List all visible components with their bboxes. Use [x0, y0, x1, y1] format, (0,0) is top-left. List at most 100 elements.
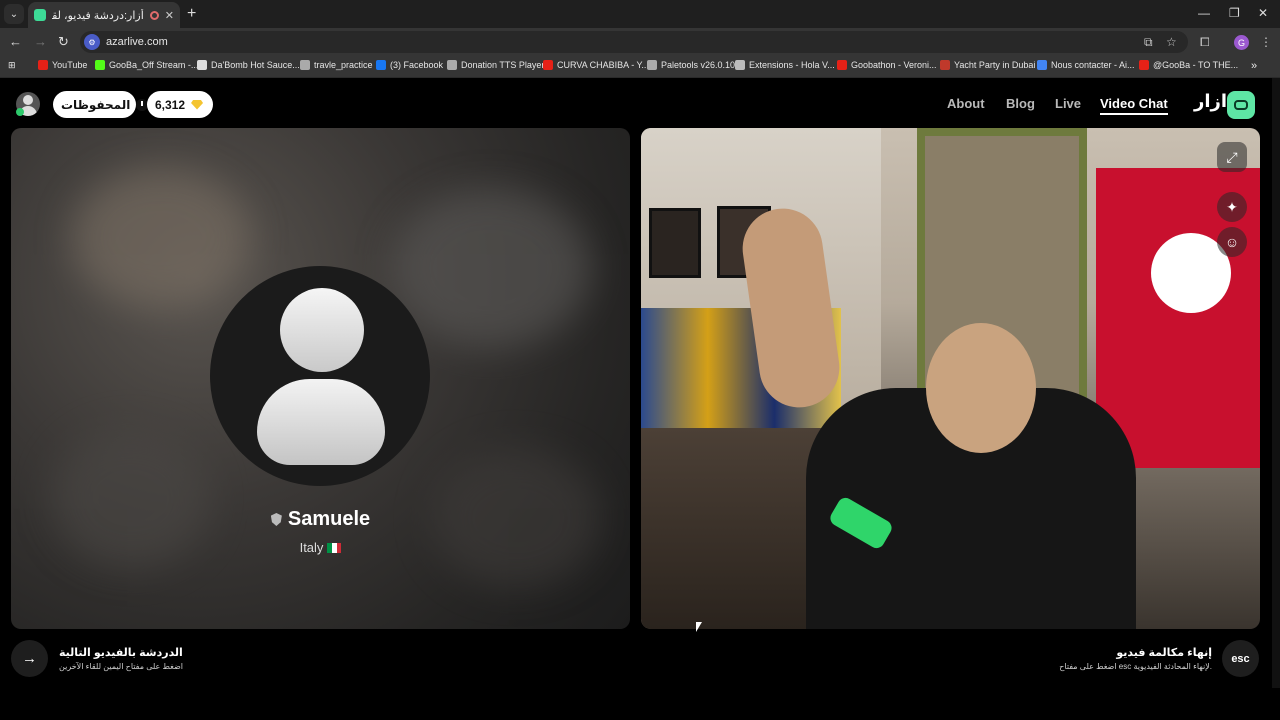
verified-shield-icon	[270, 513, 282, 526]
extensions-icon[interactable]: ⧠	[1200, 35, 1210, 50]
bookmark-label: (3) Facebook	[390, 60, 444, 70]
bookmark-favicon-icon	[837, 60, 847, 70]
bookmark-label: GooBa_Off Stream -...	[109, 60, 199, 70]
browser-toolbar: ← → ↻ ⚙ azarlive.com ⧉ ☆ ⧠ ⋮	[0, 28, 1280, 56]
remote-user-name: Samuele	[11, 508, 630, 531]
bookmark-favicon-icon	[197, 60, 207, 70]
reload-button[interactable]: ↻	[58, 34, 69, 50]
remote-user-country: Italy	[11, 540, 630, 555]
bookmark-favicon-icon	[447, 60, 457, 70]
bookmark-item[interactable]: Paletools v26.0.10	[647, 60, 735, 70]
bookmark-item[interactable]: Nous contacter - Ai...	[1037, 60, 1135, 70]
profile-avatar[interactable]: G	[1234, 35, 1249, 50]
next-chat-button[interactable]: →	[11, 640, 48, 677]
page-scrollbar[interactable]	[1272, 78, 1280, 688]
remote-name-text: Samuele	[287, 508, 371, 530]
bookmark-item[interactable]: Goobathon - Veroni...	[837, 60, 937, 70]
bookmark-item[interactable]: Donation TTS Player	[447, 60, 544, 70]
mouse-cursor-icon	[696, 622, 702, 632]
bookmark-label: @GooBa - TO THE...	[1153, 60, 1239, 70]
end-call-esc-button[interactable]: esc	[1222, 640, 1259, 677]
bookmarks-bar: ⊞ YouTube GooBa_Off Stream -... Da'Bomb Ho…	[0, 56, 1280, 78]
bookmark-item[interactable]: YouTube	[38, 60, 87, 70]
saved-button[interactable]: المحفوظات	[53, 91, 149, 118]
browser-tab-active[interactable]: أزار:دردشة فيديو، لقاء الأصدقا ✕	[28, 2, 180, 28]
face-filter-icon[interactable]: ☺	[1217, 227, 1247, 257]
bookmark-label: Yacht Party in Dubai	[954, 60, 1036, 70]
azar-favicon-icon	[34, 9, 46, 21]
minimize-button[interactable]: —	[1198, 6, 1210, 20]
apps-grid-icon[interactable]: ⊞	[8, 60, 16, 71]
bookmark-label: travle_practice	[314, 60, 373, 70]
close-tab-icon[interactable]: ✕	[165, 9, 174, 22]
azar-page: المحفوظات 6,312 About Blog Live Video Ch…	[0, 78, 1280, 688]
bookmark-item[interactable]: CURVA CHABIBA - Y...	[543, 60, 649, 70]
forward-button[interactable]: →	[34, 34, 47, 49]
bookmark-item[interactable]: Extensions - Hola V...	[735, 60, 835, 70]
nav-blog[interactable]: Blog	[1006, 96, 1035, 111]
bookmark-favicon-icon	[543, 60, 553, 70]
bookmark-label: Goobathon - Veroni...	[851, 60, 937, 70]
bookmark-favicon-icon	[647, 60, 657, 70]
bookmark-label: Nous contacter - Ai...	[1051, 60, 1135, 70]
address-bar[interactable]: ⚙ azarlive.com	[80, 31, 1188, 53]
new-tab-button[interactable]: +	[187, 5, 196, 23]
restore-button[interactable]: ❐	[1229, 6, 1240, 20]
remote-country-text: Italy	[299, 540, 324, 555]
bookmark-item[interactable]: travle_practice	[300, 60, 373, 70]
person-head	[926, 323, 1036, 453]
next-chat-title: الدردشة بالفيديو التالية	[59, 647, 183, 659]
brand-name[interactable]: ازار	[1194, 91, 1227, 112]
azar-logo-icon[interactable]	[1227, 91, 1255, 119]
effects-sparkle-icon[interactable]: ✦	[1217, 192, 1247, 222]
nav-about[interactable]: About	[947, 96, 985, 111]
remote-video-panel: Samuele Italy	[11, 128, 630, 629]
tab-search-button[interactable]: ⌄	[4, 4, 24, 24]
bookmark-label: Donation TTS Player	[461, 60, 545, 70]
bookmark-label: Extensions - Hola V...	[749, 60, 835, 70]
bookmark-label: Paletools v26.0.10	[661, 60, 736, 70]
bookmark-favicon-icon	[940, 60, 950, 70]
nav-live[interactable]: Live	[1055, 96, 1081, 111]
menu-kebab-icon[interactable]: ⋮	[1260, 35, 1272, 49]
italy-flag-icon	[327, 542, 342, 553]
bookmark-item[interactable]: GooBa_Off Stream -...	[95, 60, 198, 70]
remote-avatar-placeholder	[210, 266, 430, 486]
end-call-title: إنهاء مكالمة فيديو	[1116, 647, 1212, 659]
nav-video-chat[interactable]: Video Chat	[1100, 96, 1168, 115]
tab-title: أزار:دردشة فيديو، لقاء الأصدقا	[52, 9, 144, 22]
bookmark-item[interactable]: @GooBa - TO THE...	[1139, 60, 1238, 70]
back-button[interactable]: ←	[9, 34, 22, 49]
bookmark-favicon-icon	[1139, 60, 1149, 70]
online-status-dot	[16, 108, 24, 116]
bookmark-favicon-icon	[735, 60, 745, 70]
bookmark-label: Da'Bomb Hot Sauce...	[211, 60, 300, 70]
bookmark-favicon-icon	[1037, 60, 1047, 70]
local-video-panel: ⤢ ✦ ☺	[641, 128, 1260, 629]
bookmark-star-icon[interactable]: ☆	[1166, 35, 1177, 49]
expand-icon[interactable]: ⤢	[1217, 142, 1247, 172]
saved-label: المحفوظات	[61, 97, 131, 112]
end-call-hint: اضغط على مفتاح esc لإنهاء المحادثة الفيد…	[1059, 662, 1212, 671]
bookmark-item[interactable]: (3) Facebook	[376, 60, 443, 70]
bookmark-label: CURVA CHABIBA - Y...	[557, 60, 649, 70]
bookmark-favicon-icon	[38, 60, 48, 70]
site-info-icon[interactable]: ⚙	[84, 34, 100, 50]
close-window-button[interactable]: ✕	[1258, 6, 1268, 20]
bookmark-item[interactable]: Da'Bomb Hot Sauce...	[197, 60, 300, 70]
install-app-icon[interactable]: ⧉	[1144, 35, 1153, 50]
bookmark-favicon-icon	[376, 60, 386, 70]
bookmark-item[interactable]: Yacht Party in Dubai	[940, 60, 1035, 70]
gem-icon	[191, 99, 204, 110]
browser-tab-strip: ⌄ أزار:دردشة فيديو، لقاء الأصدقا ✕ + — ❐…	[0, 0, 1280, 28]
bookmark-favicon-icon	[300, 60, 310, 70]
bookmark-label: YouTube	[52, 60, 88, 70]
gems-balance-button[interactable]: 6,312	[147, 91, 213, 118]
url-text: azarlive.com	[106, 36, 168, 48]
gems-count: 6,312	[155, 97, 186, 112]
more-bookmarks-icon[interactable]: »	[1251, 60, 1257, 72]
next-chat-hint: اضغط على مفتاح اليمين للقاء الآخرين	[59, 662, 184, 671]
recording-icon	[149, 10, 159, 20]
bookmark-favicon-icon	[95, 60, 105, 70]
framed-picture-1	[649, 208, 701, 278]
